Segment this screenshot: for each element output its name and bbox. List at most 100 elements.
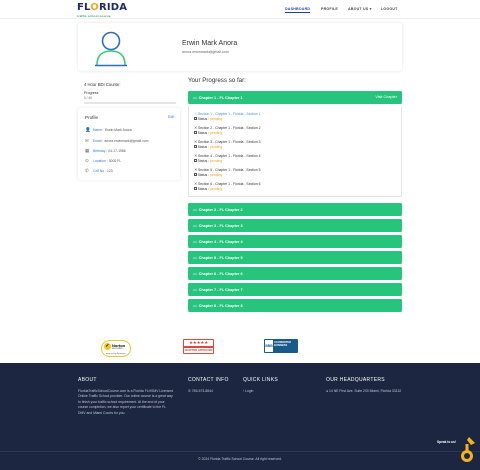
checkbox-icon xyxy=(194,173,197,177)
chapter-7-header[interactable]: ▭ Chapter 7 - FL Chapter 7 xyxy=(188,283,402,296)
footer-contact-phone-row[interactable]: ✆ 786-673-8844 xyxy=(188,389,213,394)
chapter-6-header[interactable]: ▭ Chapter 6 - FL Chapter 6 xyxy=(188,267,402,280)
nav-profile[interactable]: PROFILE xyxy=(321,7,338,11)
status-value: pending xyxy=(210,173,223,177)
calendar-icon: ▭ xyxy=(193,272,197,277)
checkbox-icon xyxy=(194,187,197,191)
course-title: 4 Hour BDI Course: xyxy=(84,82,121,87)
profile-key: Cell No : xyxy=(93,168,107,173)
section-item[interactable]: ✓Section 1 - Chapter 1 - Florida - Secti… xyxy=(194,111,261,116)
section-item[interactable]: ✕Section 3 - Chapter 1 - Florida - Secti… xyxy=(194,139,261,144)
section-item[interactable]: ✕Section 2 - Chapter 1 - Florida - Secti… xyxy=(194,125,261,130)
checkbox-icon xyxy=(194,131,197,135)
status-label: Status : xyxy=(197,117,210,121)
check-icon: ✓ xyxy=(104,343,111,350)
chapter-1-header[interactable]: ▭ Chapter 1 - FL Chapter 1 Visit Chapter xyxy=(188,91,402,104)
status-value: pending xyxy=(210,117,223,121)
logo-wordmark: FLORIDA xyxy=(77,2,128,13)
footer-links-title: QUICK LINKS xyxy=(243,377,278,383)
section-title: Section 4 - Chapter 1 - Florida - Sectio… xyxy=(198,154,261,158)
nav-dashboard[interactable]: DASHBOARD xyxy=(285,7,311,13)
section-item[interactable]: ✕Section 4 - Chapter 1 - Florida - Secti… xyxy=(194,153,261,158)
chapter-label: Chapter 3 - FL Chapter 3 xyxy=(198,224,243,229)
location-icon: ⊙ xyxy=(85,158,89,163)
footer-about-text: FloridaTrafficSchoolCourse.com is a Flor… xyxy=(78,389,173,415)
section-title: Section 6 - Chapter 1 - Florida - Sectio… xyxy=(198,182,261,186)
phone-icon: ✆ xyxy=(85,168,89,173)
footer-link-login[interactable]: › Login xyxy=(243,389,253,394)
top-navbar: FLORIDA traffic school course DASHBOARD … xyxy=(0,0,480,19)
shopper-approved-label: SHOPPER APPROVED xyxy=(184,348,213,353)
calendar-icon: ▭ xyxy=(193,288,197,293)
chapter-4-header[interactable]: ▭ Chapter 4 - FL Chapter 4 xyxy=(188,235,402,248)
norton-badge[interactable]: ✓ Norton SECURED powered by Symantec xyxy=(101,340,131,357)
status-value: pending xyxy=(210,131,223,135)
calendar-icon: ▭ xyxy=(193,224,197,229)
profile-edit-link[interactable]: Edit xyxy=(168,115,174,119)
footer-hq-title: OUR HEADQUARTERS xyxy=(326,377,385,383)
nav-about-label: ABOUT US xyxy=(348,7,369,11)
phone-icon: ✆ xyxy=(188,389,191,393)
calendar-icon: ▭ xyxy=(193,240,197,245)
progress-value: 0 / 40 xyxy=(84,96,92,100)
site-logo[interactable]: FLORIDA traffic school course xyxy=(77,2,128,19)
profile-panel-title: Profile xyxy=(85,115,99,120)
nav-logout[interactable]: LOGOUT xyxy=(381,7,398,11)
user-name: Erwin Mark Anora xyxy=(182,40,238,47)
calendar-icon: ▭ xyxy=(193,256,197,261)
status-label: Status : xyxy=(197,145,210,149)
shopper-approved-badge[interactable]: ★★★★★ SHOPPER APPROVED xyxy=(183,339,214,354)
avatar-icon xyxy=(95,31,127,67)
profile-value: 123 xyxy=(106,168,113,173)
chapter-label: Chapter 8 - FL Chapter 8 xyxy=(198,304,243,309)
speak-to-us-label[interactable]: Speak to us! xyxy=(437,440,456,444)
chapter-label: Chapter 2 - FL Chapter 2 xyxy=(198,208,243,213)
chat-mascot-icon[interactable] xyxy=(457,436,477,464)
visit-chapter-button[interactable]: Visit Chapter xyxy=(375,95,397,99)
location-pin-icon: ● xyxy=(326,389,329,393)
section-item[interactable]: ✕Section 5 - Chapter 1 - Florida - Secti… xyxy=(194,167,261,172)
checkbox-icon xyxy=(194,159,197,163)
bbb-logo-icon: BBB xyxy=(265,340,273,352)
section-status: Status : pending xyxy=(194,173,222,177)
section-title: Section 5 - Chapter 1 - Florida - Sectio… xyxy=(198,168,261,172)
norton-secured: SECURED xyxy=(112,348,123,350)
footer-link-label: Login xyxy=(245,389,254,393)
status-label: Status : xyxy=(197,173,210,177)
chapter-2-header[interactable]: ▭ Chapter 2 - FL Chapter 2 xyxy=(188,203,402,216)
checkbox-icon xyxy=(194,145,197,149)
chapter-8-header[interactable]: ▭ Chapter 8 - FL Chapter 8 xyxy=(188,299,402,312)
chapter-label: Chapter 4 - FL Chapter 4 xyxy=(198,240,243,245)
profile-value: anora.erwinmark@gmail.com xyxy=(104,138,149,143)
section-status: Status : pending xyxy=(194,145,222,149)
course-progress-box: 4 Hour BDI Course: Progress 0 / 40 xyxy=(84,82,176,106)
section-status: Status : pending xyxy=(194,117,222,121)
footer xyxy=(0,363,480,470)
calendar-icon: ▭ xyxy=(193,96,197,101)
status-value: pending xyxy=(210,145,223,149)
section-item[interactable]: ✕Section 6 - Chapter 1 - Florida - Secti… xyxy=(194,181,261,186)
bbb-line2: BUSINESS xyxy=(274,344,288,348)
bbb-badge[interactable]: BBB ACCREDITED BUSINESS xyxy=(264,339,298,353)
footer-contact-title: CONTACT INFO xyxy=(188,377,229,383)
section-status: Status : pending xyxy=(194,159,222,163)
chapter-3-header[interactable]: ▭ Chapter 3 - FL Chapter 3 xyxy=(188,219,402,232)
chevron-down-icon: ▾ xyxy=(369,7,372,11)
stars-icon: ★★★★★ xyxy=(184,340,213,346)
profile-value: 3000 FL xyxy=(108,158,122,163)
logo-tagline: traffic school course xyxy=(77,14,111,18)
bbb-text: ACCREDITED BUSINESS xyxy=(274,341,291,347)
calendar-icon: ▦ xyxy=(85,148,90,153)
profile-value: 04-17-1986 xyxy=(108,148,126,153)
person-icon: 👤 xyxy=(85,127,91,132)
nav-about-us[interactable]: ABOUT US ▾ xyxy=(348,7,372,11)
calendar-icon: ▭ xyxy=(193,208,197,213)
profile-value: Erwin Mark Anora xyxy=(104,127,132,132)
chapter-5-header[interactable]: ▭ Chapter 5 - FL Chapter 5 xyxy=(188,251,402,264)
section-status: Status : pending xyxy=(194,187,222,191)
profile-key: Name : xyxy=(93,127,104,132)
chapter-label: Chapter 5 - FL Chapter 5 xyxy=(198,256,243,261)
section-title: Section 1 - Chapter 1 - Florida - Sectio… xyxy=(198,112,261,116)
profile-key: Location : xyxy=(93,158,108,163)
status-label: Status : xyxy=(197,187,210,191)
